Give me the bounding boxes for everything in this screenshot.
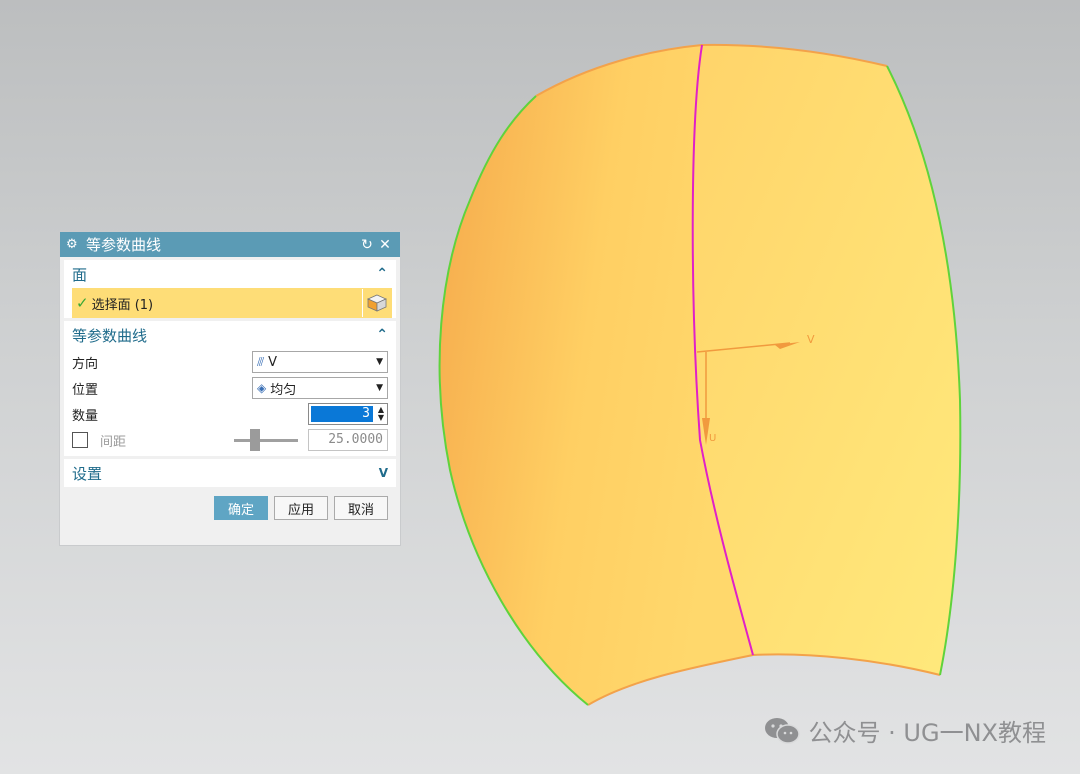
position-select[interactable]: ◈ 均匀 ▼ <box>252 377 388 399</box>
spacing-input[interactable]: 25.0000 <box>308 429 388 451</box>
face-selection-icon[interactable] <box>362 289 391 317</box>
direction-label: 方向 <box>72 356 99 372</box>
ok-button[interactable]: 确定 <box>214 496 268 520</box>
position-value: 均匀 <box>270 382 297 398</box>
chevron-up-icon[interactable]: ⌃ <box>376 266 388 282</box>
axis-v-label: V <box>807 333 815 346</box>
uniform-icon: ◈ <box>257 381 267 395</box>
count-label: 数量 <box>72 408 99 424</box>
count-input[interactable]: 3 <box>311 406 373 422</box>
direction-row: 方向 ⫻ V ▼ <box>64 349 396 375</box>
dialog-title: 等参数曲线 <box>86 236 162 254</box>
direction-select[interactable]: ⫻ V ▼ <box>252 351 388 373</box>
settings-section-header[interactable]: 设置 V <box>64 459 396 487</box>
chevron-down-icon[interactable]: V <box>379 466 388 480</box>
face-section: 面 ⌃ ✓ 选择面 (1) <box>64 260 396 318</box>
direction-value: V <box>268 354 278 370</box>
face-section-label: 面 <box>72 265 88 284</box>
watermark: 公众号 · UG一NX教程 <box>763 713 1046 748</box>
settings-section-label: 设置 <box>72 464 103 483</box>
curve-section-label: 等参数曲线 <box>72 326 148 345</box>
direction-v-icon: ⫻ <box>257 354 265 369</box>
dialog-titlebar[interactable]: ⚙ 等参数曲线 ↻ ✕ <box>60 232 400 257</box>
select-face-row[interactable]: ✓ 选择面 (1) <box>72 288 392 318</box>
cancel-button[interactable]: 取消 <box>334 496 388 520</box>
axis-u-label: U <box>709 433 716 444</box>
dialog-button-bar: 确定 应用 取消 <box>60 487 400 520</box>
chevron-down-icon[interactable]: ▼ <box>376 383 383 393</box>
isoparametric-curve-dialog: ⚙ 等参数曲线 ↻ ✕ 面 ⌃ ✓ 选择面 (1) 等参数曲线 ⌃ 方向 ⫻ V… <box>59 231 401 546</box>
slider-thumb[interactable] <box>250 429 260 451</box>
position-label: 位置 <box>72 382 99 398</box>
curve-section-header[interactable]: 等参数曲线 ⌃ <box>64 321 396 349</box>
apply-button[interactable]: 应用 <box>274 496 328 520</box>
gear-icon: ⚙ <box>66 237 78 252</box>
spacing-slider[interactable] <box>234 429 298 451</box>
chevron-up-icon[interactable]: ⌃ <box>376 327 388 343</box>
curve-section: 等参数曲线 ⌃ 方向 ⫻ V ▼ 位置 ◈ 均匀 ▼ 数量 3 ▲ ▼ 间距 2… <box>64 321 396 456</box>
spacing-row: 间距 25.0000 <box>64 427 396 453</box>
watermark-text: 公众号 · UG一NX教程 <box>808 719 1046 747</box>
wechat-icon <box>764 717 800 744</box>
stepper-arrows[interactable]: ▲ ▼ <box>375 406 387 422</box>
face-section-header[interactable]: 面 ⌃ <box>64 260 396 288</box>
count-row: 数量 3 ▲ ▼ <box>64 401 396 427</box>
checkmark-icon: ✓ <box>76 294 89 312</box>
settings-section: 设置 V <box>64 459 396 487</box>
chevron-down-icon[interactable]: ▼ <box>376 357 383 367</box>
position-row: 位置 ◈ 均匀 ▼ <box>64 375 396 401</box>
count-stepper[interactable]: 3 ▲ ▼ <box>308 403 388 425</box>
select-face-label: 选择面 (1) <box>91 297 154 313</box>
spacing-label: 间距 <box>100 434 127 450</box>
slider-track <box>234 439 298 442</box>
close-icon[interactable]: ✕ <box>376 237 394 253</box>
reset-icon[interactable]: ↻ <box>358 237 376 253</box>
spacing-checkbox[interactable] <box>72 432 88 448</box>
